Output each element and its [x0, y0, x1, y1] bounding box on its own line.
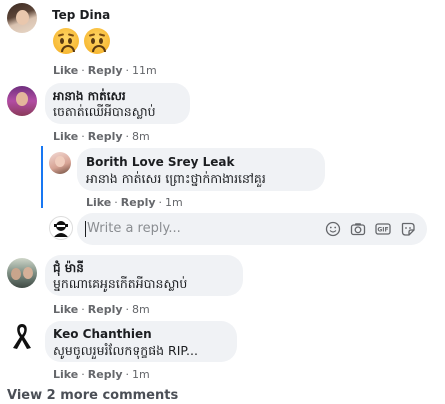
comment-text: ម្នកណាគេអូនកើតអីបានស្លាប់ [53, 276, 188, 291]
comment-author[interactable]: Keo Chanthien [53, 327, 152, 341]
sad-face-icon [53, 28, 79, 54]
reply-button[interactable]: Reply [88, 368, 123, 381]
emoji-icon[interactable] [325, 221, 341, 237]
sad-face-icon [84, 28, 110, 54]
avatar[interactable] [49, 216, 73, 240]
reply-button[interactable]: Reply [88, 303, 123, 316]
sticker-icon[interactable] [400, 221, 416, 237]
comment-actions: Like · Reply · 1m [86, 196, 183, 209]
comment-bubble: Keo Chanthien សូមចូលរួមរំលែកទុក្ខផង RIP.… [45, 321, 237, 362]
reply-button[interactable]: Reply [88, 130, 123, 143]
avatar[interactable] [7, 258, 37, 288]
comment-time[interactable]: 1m [165, 196, 183, 209]
comment-actions: Like · Reply · 1m [53, 368, 150, 381]
comment-actions: Like · Reply · 11m [53, 64, 157, 77]
avatar[interactable] [7, 86, 37, 116]
ribbon-icon [13, 324, 31, 349]
comment-text: អានាង កាត់សេរ ព្រោះថ្នាក់កាងារនៅគួរ [86, 171, 266, 186]
comment-author[interactable]: Tep Dina [52, 8, 110, 22]
thread-line [41, 146, 43, 208]
comment-time[interactable]: 1m [132, 368, 150, 381]
comment-actions: Like · Reply · 8m [53, 303, 150, 316]
comment-bubble: Borith Love Srey Leak អានាង កាត់សេរ ព្រោ… [77, 148, 325, 191]
view-more-comments-link[interactable]: View 2 more comments [7, 388, 178, 403]
comment-time[interactable]: 11m [132, 64, 157, 77]
svg-text:GIF: GIF [377, 227, 388, 234]
camera-icon[interactable] [350, 221, 366, 237]
comment-text: ចេតាត់ឈើអីបានស្លាប់ [53, 104, 156, 119]
like-button[interactable]: Like [53, 64, 78, 77]
avatar[interactable] [7, 3, 37, 33]
like-button[interactable]: Like [53, 303, 78, 316]
avatar[interactable] [49, 152, 71, 174]
reply-button[interactable]: Reply [88, 64, 123, 77]
like-button[interactable]: Like [53, 130, 78, 143]
reply-button[interactable]: Reply [121, 196, 156, 209]
reply-placeholder: Write a reply... [87, 221, 181, 236]
like-button[interactable]: Like [53, 368, 78, 381]
text-caret [85, 221, 86, 237]
avatar[interactable] [7, 321, 37, 351]
comment-author[interactable]: Borith Love Srey Leak [86, 155, 234, 169]
comment-bubble: អានាង កាត់សេរ ចេតាត់ឈើអីបានស្លាប់ [45, 83, 190, 124]
comment-actions: Like · Reply · 8m [53, 130, 150, 143]
comment-bubble: ជុំ ម៉ានី ម្នកណាគេអូនកើតអីបានស្លាប់ [45, 255, 243, 296]
comment-time[interactable]: 8m [132, 130, 150, 143]
comment-time[interactable]: 8m [132, 303, 150, 316]
reply-input[interactable]: Write a reply... GIF [77, 213, 427, 245]
like-button[interactable]: Like [86, 196, 111, 209]
gif-icon[interactable]: GIF [375, 221, 391, 237]
comment-text: សូមចូលរួមរំលែកទុក្ខផង RIP... [53, 343, 198, 358]
